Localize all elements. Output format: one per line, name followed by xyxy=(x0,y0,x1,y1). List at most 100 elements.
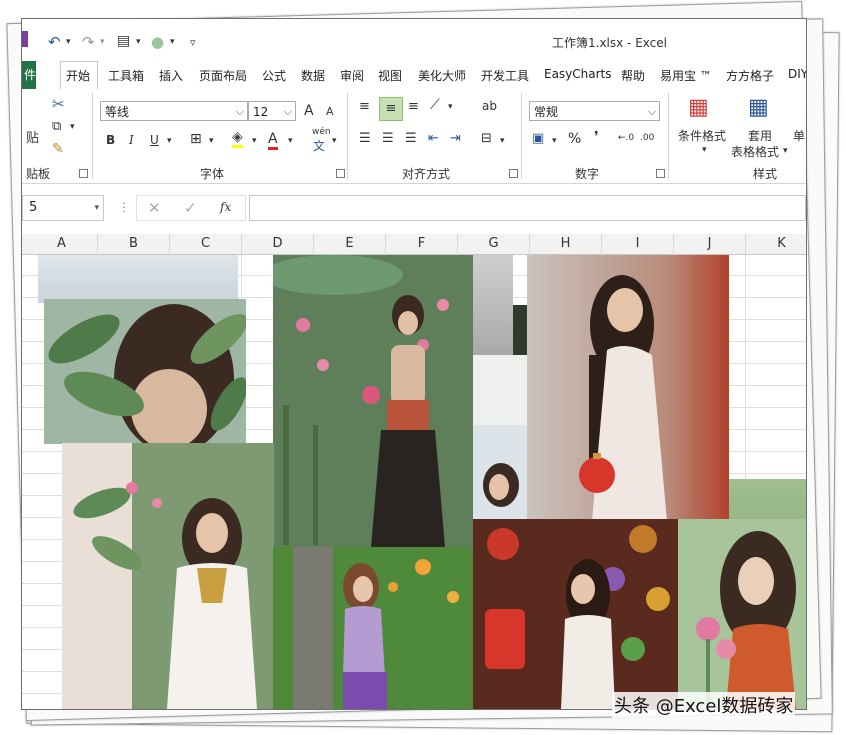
orientation-icon[interactable]: ⟋ xyxy=(430,97,440,113)
tab-help[interactable]: 帮助 xyxy=(621,67,645,84)
photo-leaves-portrait[interactable] xyxy=(44,299,246,444)
undo-dropdown-icon[interactable]: ▾ xyxy=(66,37,71,47)
underline-dropdown-icon[interactable]: ▾ xyxy=(167,136,172,146)
decrease-decimal-icon[interactable]: .00 xyxy=(640,133,654,143)
decrease-indent-icon[interactable]: ⇤ xyxy=(428,131,439,146)
column-header[interactable]: H xyxy=(530,234,602,254)
increase-decimal-icon[interactable]: ←.0 xyxy=(618,133,634,143)
align-right-icon[interactable]: ☰ xyxy=(405,131,417,146)
percent-button[interactable]: % xyxy=(568,131,581,147)
number-launcher-icon[interactable] xyxy=(656,169,665,178)
shrink-font-button[interactable]: A xyxy=(326,105,334,118)
tab-fangfang[interactable]: 方方格子 xyxy=(726,67,774,84)
formula-input[interactable] xyxy=(249,195,806,221)
photo-small-portrait[interactable] xyxy=(473,425,527,520)
tab-formulas[interactable]: 公式 xyxy=(262,67,286,84)
enter-icon[interactable]: ✓ xyxy=(184,199,197,217)
photo-fragment-light[interactable] xyxy=(473,355,527,425)
font-color-dropdown-icon[interactable]: ▾ xyxy=(288,136,293,146)
column-header[interactable]: J xyxy=(674,234,746,254)
customize-icon[interactable]: ▿ xyxy=(190,36,196,49)
align-center-icon[interactable]: ☰ xyxy=(382,131,394,146)
border-dropdown-icon[interactable]: ▾ xyxy=(209,136,214,146)
photo-white-dress-garden[interactable] xyxy=(62,443,274,709)
table-format-button-line1[interactable]: 套用 xyxy=(748,127,772,144)
column-header[interactable]: C xyxy=(170,234,242,254)
column-header[interactable]: G xyxy=(458,234,530,254)
orientation-dropdown-icon[interactable]: ▾ xyxy=(448,102,453,112)
paste-button[interactable]: 贴 xyxy=(26,127,39,146)
table-format-icon[interactable]: ▦ xyxy=(748,95,769,120)
column-header[interactable]: D xyxy=(242,234,314,254)
increase-indent-icon[interactable]: ⇥ xyxy=(450,131,461,146)
more-options-icon[interactable]: ⋮ xyxy=(118,200,130,214)
fill-color-icon[interactable]: ◈ xyxy=(232,129,243,148)
grow-font-button[interactable]: A xyxy=(304,103,314,119)
align-left-icon[interactable]: ☰ xyxy=(359,131,371,146)
conditional-format-icon[interactable]: ▦ xyxy=(688,95,709,120)
column-header[interactable]: F xyxy=(386,234,458,254)
tab-view[interactable]: 视图 xyxy=(378,67,402,84)
tab-developer[interactable]: 开发工具 xyxy=(481,67,529,84)
tab-yiyongbao[interactable]: 易用宝 ™ xyxy=(660,67,712,84)
phonetic-dropdown-icon[interactable]: ▾ xyxy=(332,136,337,146)
table-format-dropdown-icon[interactable]: ▾ xyxy=(783,146,788,156)
align-top-icon[interactable]: ≡ xyxy=(359,99,370,114)
font-name-combo[interactable]: 等线 ⌵ xyxy=(100,101,248,121)
photo-lantern-white-dress[interactable] xyxy=(527,255,729,521)
cell-styles-button[interactable]: 单 xyxy=(793,127,805,144)
format-painter-icon[interactable]: ✎ xyxy=(52,141,64,157)
merge-center-icon[interactable]: ⊟ xyxy=(481,131,492,146)
insert-function-button[interactable]: fx xyxy=(220,200,231,214)
photo-lotus-orange[interactable] xyxy=(678,519,806,709)
tab-review[interactable]: 审阅 xyxy=(340,67,364,84)
conditional-dropdown-icon[interactable]: ▾ xyxy=(702,145,707,155)
align-bottom-icon[interactable]: ≡ xyxy=(408,99,419,114)
redo-icon[interactable]: ↷ xyxy=(82,33,95,51)
column-header[interactable]: A xyxy=(26,234,98,254)
column-header[interactable]: B xyxy=(98,234,170,254)
table-format-button-line2[interactable]: 表格格式 xyxy=(731,143,779,160)
photo-tree-purple-dress[interactable] xyxy=(273,547,473,709)
column-header[interactable]: I xyxy=(602,234,674,254)
font-size-combo[interactable]: 12 ⌵ xyxy=(248,101,296,121)
photo-sky-background[interactable] xyxy=(38,255,238,303)
form-icon[interactable]: ▤ xyxy=(117,33,130,49)
circle-dropdown-icon[interactable]: ▾ xyxy=(170,37,175,47)
currency-icon[interactable]: ▣ xyxy=(532,131,544,146)
merge-dropdown-icon[interactable]: ▾ xyxy=(500,136,505,146)
name-box[interactable]: 5 ▾ xyxy=(22,195,104,221)
alignment-launcher-icon[interactable] xyxy=(509,169,518,178)
font-launcher-icon[interactable] xyxy=(336,169,345,178)
tab-easycharts[interactable]: EasyCharts xyxy=(544,67,612,81)
circle-icon[interactable]: ● xyxy=(151,33,164,51)
tab-toolbox[interactable]: 工具箱 xyxy=(108,67,144,84)
tab-file[interactable]: 件 xyxy=(22,61,36,89)
italic-button[interactable]: I xyxy=(129,133,134,147)
photo-fragment-dark[interactable] xyxy=(513,305,527,355)
border-icon[interactable]: ⊞ xyxy=(190,131,202,147)
phonetic-button[interactable]: wén xyxy=(312,127,331,137)
comma-button[interactable]: ❜ xyxy=(594,129,599,145)
tab-data[interactable]: 数据 xyxy=(301,67,325,84)
copy-icon[interactable]: ⧉ xyxy=(52,119,61,134)
undo-icon[interactable]: ↶ xyxy=(48,33,61,51)
photo-lotus-pond[interactable] xyxy=(273,255,473,547)
redo-dropdown-icon[interactable]: ▾ xyxy=(100,37,105,47)
conditional-format-button[interactable]: 条件格式 xyxy=(678,127,726,144)
form-dropdown-icon[interactable]: ▾ xyxy=(136,37,141,47)
bold-button[interactable]: B xyxy=(106,133,115,147)
cut-icon[interactable]: ✂ xyxy=(52,95,65,113)
column-header[interactable]: K xyxy=(746,234,806,254)
number-format-combo[interactable]: 常规 ⌵ xyxy=(529,101,660,121)
fill-dropdown-icon[interactable]: ▾ xyxy=(252,136,257,146)
tab-diy[interactable]: DIY xyxy=(788,67,806,81)
underline-button[interactable]: U xyxy=(150,133,159,147)
column-header[interactable]: E xyxy=(314,234,386,254)
cancel-icon[interactable]: ✕ xyxy=(148,199,161,217)
tab-page-layout[interactable]: 页面布局 xyxy=(199,67,247,84)
currency-dropdown-icon[interactable]: ▾ xyxy=(552,136,557,146)
align-middle-icon[interactable]: ≡ xyxy=(379,97,403,121)
photo-lanterns-red[interactable] xyxy=(473,519,678,709)
wrap-text-button[interactable]: ab xyxy=(482,99,497,113)
